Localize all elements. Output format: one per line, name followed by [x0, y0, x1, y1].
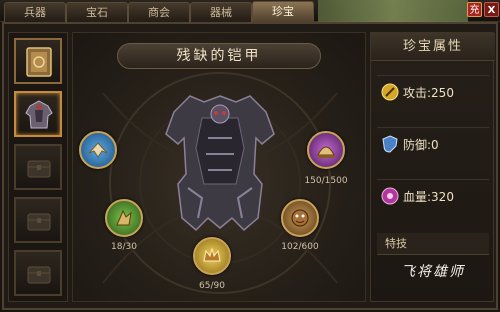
- tab-weapons[interactable]: 兵器: [4, 2, 66, 22]
- slot-armor[interactable]: [14, 91, 62, 137]
- skill-label: 特技: [377, 233, 489, 255]
- orb-beast-value: 102/600: [281, 242, 319, 252]
- stat-hp: 血量:320: [377, 179, 489, 213]
- dome-icon: [317, 146, 335, 158]
- tab-treasure[interactable]: 珍宝: [252, 1, 314, 22]
- orb-dome[interactable]: [307, 131, 345, 169]
- defense-icon: [382, 135, 398, 153]
- tab-equipment[interactable]: 器械: [190, 2, 252, 22]
- orb-claw-value: 18/30: [111, 242, 137, 252]
- orb-claw[interactable]: [105, 199, 143, 237]
- wing-icon: [88, 142, 108, 158]
- tab-guild[interactable]: 商会: [128, 2, 190, 22]
- armor-icon: [25, 100, 53, 129]
- stat-attack: 攻击:250: [377, 75, 489, 109]
- panel-title: 珍宝属性: [371, 33, 495, 61]
- orb-beast[interactable]: [281, 199, 319, 237]
- recharge-button[interactable]: 充: [467, 2, 482, 17]
- tab-gems[interactable]: 宝石: [66, 2, 128, 22]
- beast-icon: [291, 209, 309, 227]
- orb-crown-value: 65/90: [199, 281, 225, 291]
- book-icon: [26, 47, 52, 77]
- orb-wing[interactable]: [79, 131, 117, 169]
- skill-name: 飞将雄师: [401, 264, 465, 280]
- stat-defense-text: 防御:0: [403, 138, 439, 152]
- orb-dome-value: 150/1500: [304, 176, 348, 186]
- slot-empty-3[interactable]: [14, 250, 62, 296]
- treasure-slot-list: [8, 32, 68, 302]
- chest-icon: [27, 160, 51, 178]
- orb-crown[interactable]: [193, 237, 231, 275]
- stat-attack-text: 攻击:250: [403, 86, 454, 100]
- crown-icon: [203, 247, 221, 262]
- attack-icon: [381, 83, 399, 101]
- chest-icon: [27, 213, 51, 231]
- chest-icon: [27, 266, 51, 284]
- stat-hp-text: 血量:320: [403, 190, 454, 204]
- slot-empty-1[interactable]: [14, 144, 62, 190]
- claw-icon: [116, 209, 132, 226]
- stat-defense: 防御:0: [377, 127, 489, 161]
- hp-icon: [381, 187, 399, 205]
- item-title: 残缺的铠甲: [117, 43, 321, 69]
- background-scenery: [318, 0, 468, 22]
- slot-empty-2[interactable]: [14, 197, 62, 243]
- treasure-display: 残缺的铠甲 18/30 65/90 102/600 150/1500: [72, 32, 366, 302]
- armor-display-icon: [165, 95, 275, 232]
- attribute-panel: 珍宝属性 攻击:250 防御:0 血量:320 特技 飞将雄师: [370, 32, 495, 302]
- close-button[interactable]: X: [484, 2, 499, 17]
- slot-book[interactable]: [14, 38, 62, 84]
